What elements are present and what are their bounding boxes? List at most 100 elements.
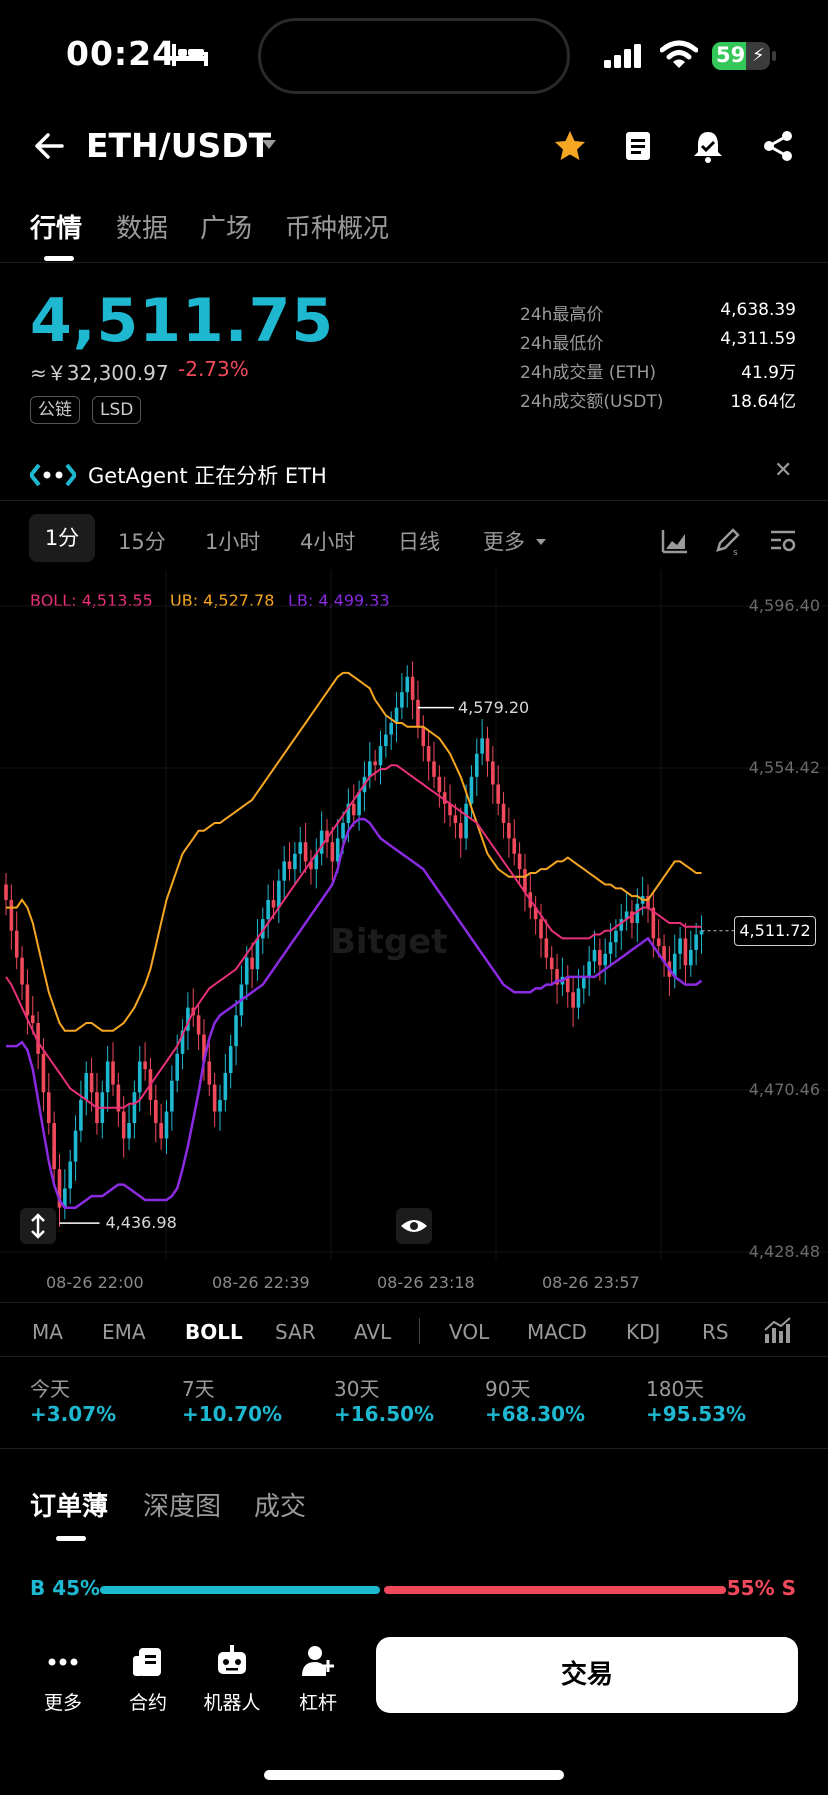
close-icon[interactable]: ✕ — [774, 458, 792, 483]
battery-tip — [772, 51, 776, 61]
candle — [175, 1053, 179, 1081]
candle — [143, 1061, 147, 1070]
perf-180d-value: +95.53% — [646, 1402, 747, 1426]
trading-pair-title[interactable]: ETH/USDT — [86, 126, 271, 165]
interval-more[interactable]: 更多 — [483, 526, 525, 556]
stat-high-value: 4,638.39 — [720, 300, 796, 320]
nav-futures-label[interactable]: 合约 — [108, 1688, 188, 1715]
nav-margin-label[interactable]: 杠杆 — [278, 1688, 358, 1715]
stat-turnover-value: 18.64亿 — [730, 392, 796, 412]
eye-icon[interactable] — [396, 1208, 432, 1244]
candle — [250, 957, 254, 970]
perf-7d-value: +10.70% — [182, 1402, 283, 1426]
perf-today-label: 今天 — [30, 1377, 70, 1401]
low-price-label: 4,436.98 — [105, 1213, 177, 1233]
candle — [319, 830, 324, 854]
candle — [207, 1061, 212, 1085]
orderbook-tab-indicator — [56, 1536, 86, 1541]
candle — [14, 930, 19, 958]
candle — [539, 919, 543, 939]
trade-button[interactable]: 交易 — [376, 1637, 798, 1713]
share-icon[interactable] — [760, 128, 796, 164]
tab-market[interactable]: 行情 — [30, 208, 82, 245]
home-indicator[interactable] — [264, 1770, 564, 1780]
candle — [255, 938, 260, 970]
divider — [0, 1302, 828, 1303]
candle — [47, 1092, 51, 1124]
indicator-boll[interactable]: BOLL — [185, 1320, 243, 1344]
indicator-macd[interactable]: MACD — [527, 1320, 587, 1344]
chart-type-icon[interactable] — [660, 526, 690, 556]
indicator-sar[interactable]: SAR — [275, 1320, 316, 1344]
stat-low-value: 4,311.59 — [720, 329, 796, 349]
tab-data[interactable]: 数据 — [116, 208, 168, 245]
candle — [137, 1061, 142, 1093]
interval-daily[interactable]: 日线 — [398, 526, 440, 556]
indicator-ma[interactable]: MA — [32, 1320, 63, 1344]
tag-public-chain[interactable]: 公链 — [30, 396, 80, 424]
candle — [30, 1015, 35, 1024]
drawing-tools-icon[interactable]: s — [713, 526, 743, 556]
indicator-avl[interactable]: AVL — [354, 1320, 391, 1344]
candle — [4, 884, 8, 900]
candle — [303, 842, 308, 862]
candle — [73, 1130, 78, 1162]
price-alert-bell-icon[interactable] — [690, 128, 726, 164]
candle — [491, 761, 495, 785]
getagent-banner-text[interactable]: GetAgent 正在分析 ETH — [88, 460, 327, 490]
current-price-tag: 4,511.72 — [734, 916, 816, 946]
back-arrow-icon[interactable] — [32, 128, 68, 164]
notes-icon[interactable] — [620, 128, 656, 164]
trading-bot-icon[interactable] — [212, 1642, 252, 1682]
x-axis-tick: 08-26 22:00 — [46, 1273, 144, 1292]
candle — [212, 1084, 217, 1112]
vertical-resize-icon[interactable] — [20, 1208, 56, 1244]
candle — [298, 842, 303, 854]
futures-contract-icon[interactable] — [128, 1642, 168, 1682]
candle — [25, 984, 30, 1016]
candle — [614, 930, 618, 943]
y-axis-tick: 4,470.46 — [748, 1080, 820, 1099]
candle — [608, 942, 613, 954]
candle — [170, 1080, 174, 1112]
indicator-vol[interactable]: VOL — [449, 1320, 489, 1344]
interval-4h[interactable]: 4小时 — [300, 526, 355, 556]
tab-square[interactable]: 广场 — [200, 208, 252, 245]
candle — [84, 1073, 89, 1100]
candle — [196, 1015, 201, 1035]
interval-15m[interactable]: 15分 — [118, 526, 166, 556]
tab-orderbook[interactable]: 订单薄 — [30, 1486, 108, 1523]
stat-volume-value: 41.9万 — [741, 363, 796, 383]
candle — [437, 776, 442, 793]
candle — [678, 938, 682, 954]
candle — [132, 1092, 137, 1124]
interval-1m[interactable]: 1分 — [29, 514, 95, 562]
pair-dropdown-caret-icon[interactable] — [262, 140, 276, 149]
tag-lsd[interactable]: LSD — [92, 396, 142, 424]
chart-settings-icon[interactable] — [768, 526, 798, 556]
indicator-ema[interactable]: EMA — [102, 1320, 146, 1344]
divider — [0, 1448, 828, 1449]
tab-depth-chart[interactable]: 深度图 — [143, 1486, 221, 1523]
candlestick-chart[interactable] — [0, 570, 828, 1270]
more-dots-icon[interactable] — [43, 1642, 83, 1682]
candle — [52, 1123, 56, 1170]
candle — [512, 838, 517, 854]
interval-1h[interactable]: 1小时 — [205, 526, 260, 556]
nav-bot-label[interactable]: 机器人 — [192, 1688, 272, 1715]
nav-more-label[interactable]: 更多 — [23, 1688, 103, 1715]
stat-volume-label: 24h成交量 (ETH) — [520, 363, 656, 383]
tab-trades[interactable]: 成交 — [254, 1486, 306, 1523]
tab-coin-overview[interactable]: 币种概况 — [285, 208, 389, 245]
margin-leverage-icon[interactable] — [298, 1642, 338, 1682]
y-axis-tick: 4,554.42 — [748, 758, 820, 777]
watermark: Bitget — [330, 922, 448, 962]
indicator-rsi[interactable]: RS — [702, 1320, 729, 1344]
indicator-settings-icon[interactable] — [762, 1316, 792, 1346]
favorite-star-icon[interactable] — [552, 128, 588, 164]
indicator-kdj[interactable]: KDJ — [626, 1320, 660, 1344]
boll-upper-band-line — [6, 671, 702, 1032]
candle — [266, 899, 270, 920]
y-axis-tick: 4,428.48 — [748, 1242, 820, 1261]
chevron-down-icon[interactable] — [536, 539, 546, 545]
